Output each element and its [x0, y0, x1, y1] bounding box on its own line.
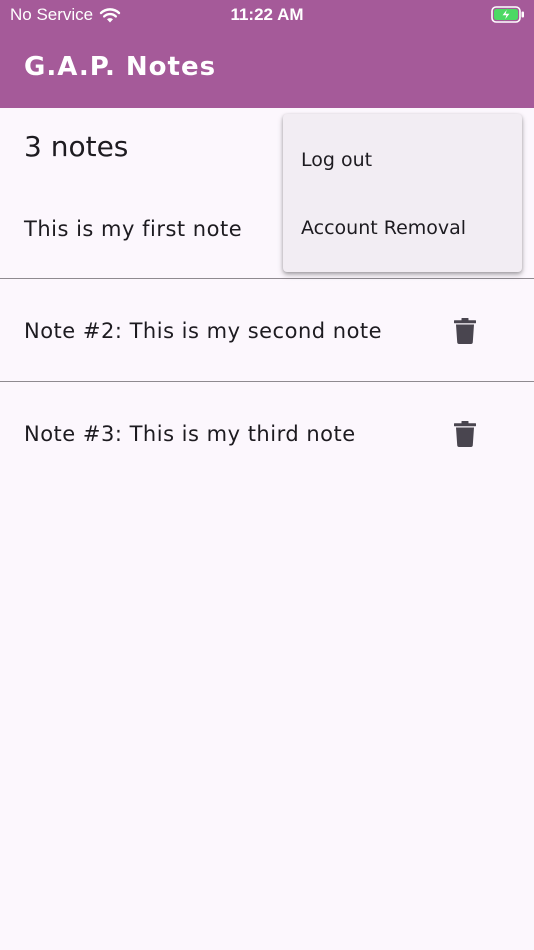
delete-note-button[interactable]	[449, 315, 481, 347]
battery-charging-icon	[491, 6, 524, 23]
trash-icon	[454, 421, 476, 447]
menu-item-label: Account Removal	[301, 217, 467, 239]
status-time: 11:22 AM	[230, 5, 304, 24]
note-item-2[interactable]: Note #2: This is my second note	[0, 280, 534, 382]
note-item-3[interactable]: Note #3: This is my third note	[0, 383, 534, 485]
divider	[0, 278, 534, 279]
app-bar: No Service 11:22 AM G.A.P. Notes	[0, 0, 534, 108]
popup-menu: Log out Account Removal	[283, 114, 522, 272]
note-text: Note #3: This is my third note	[24, 422, 356, 446]
status-bar: No Service 11:22 AM	[0, 0, 534, 30]
notes-count: 3 notes	[24, 130, 129, 163]
screen: No Service 11:22 AM G.A.P. Notes 3 notes…	[0, 0, 534, 950]
menu-item-log-out[interactable]: Log out	[283, 126, 522, 194]
menu-item-label: Log out	[301, 149, 373, 171]
delete-note-button[interactable]	[449, 418, 481, 450]
menu-item-account-removal[interactable]: Account Removal	[283, 194, 522, 262]
note-text: Note #2: This is my second note	[24, 319, 383, 343]
app-title: G.A.P. Notes	[24, 52, 217, 82]
note-text: This is my first note	[24, 217, 243, 241]
divider	[0, 381, 534, 382]
trash-icon	[454, 318, 476, 344]
